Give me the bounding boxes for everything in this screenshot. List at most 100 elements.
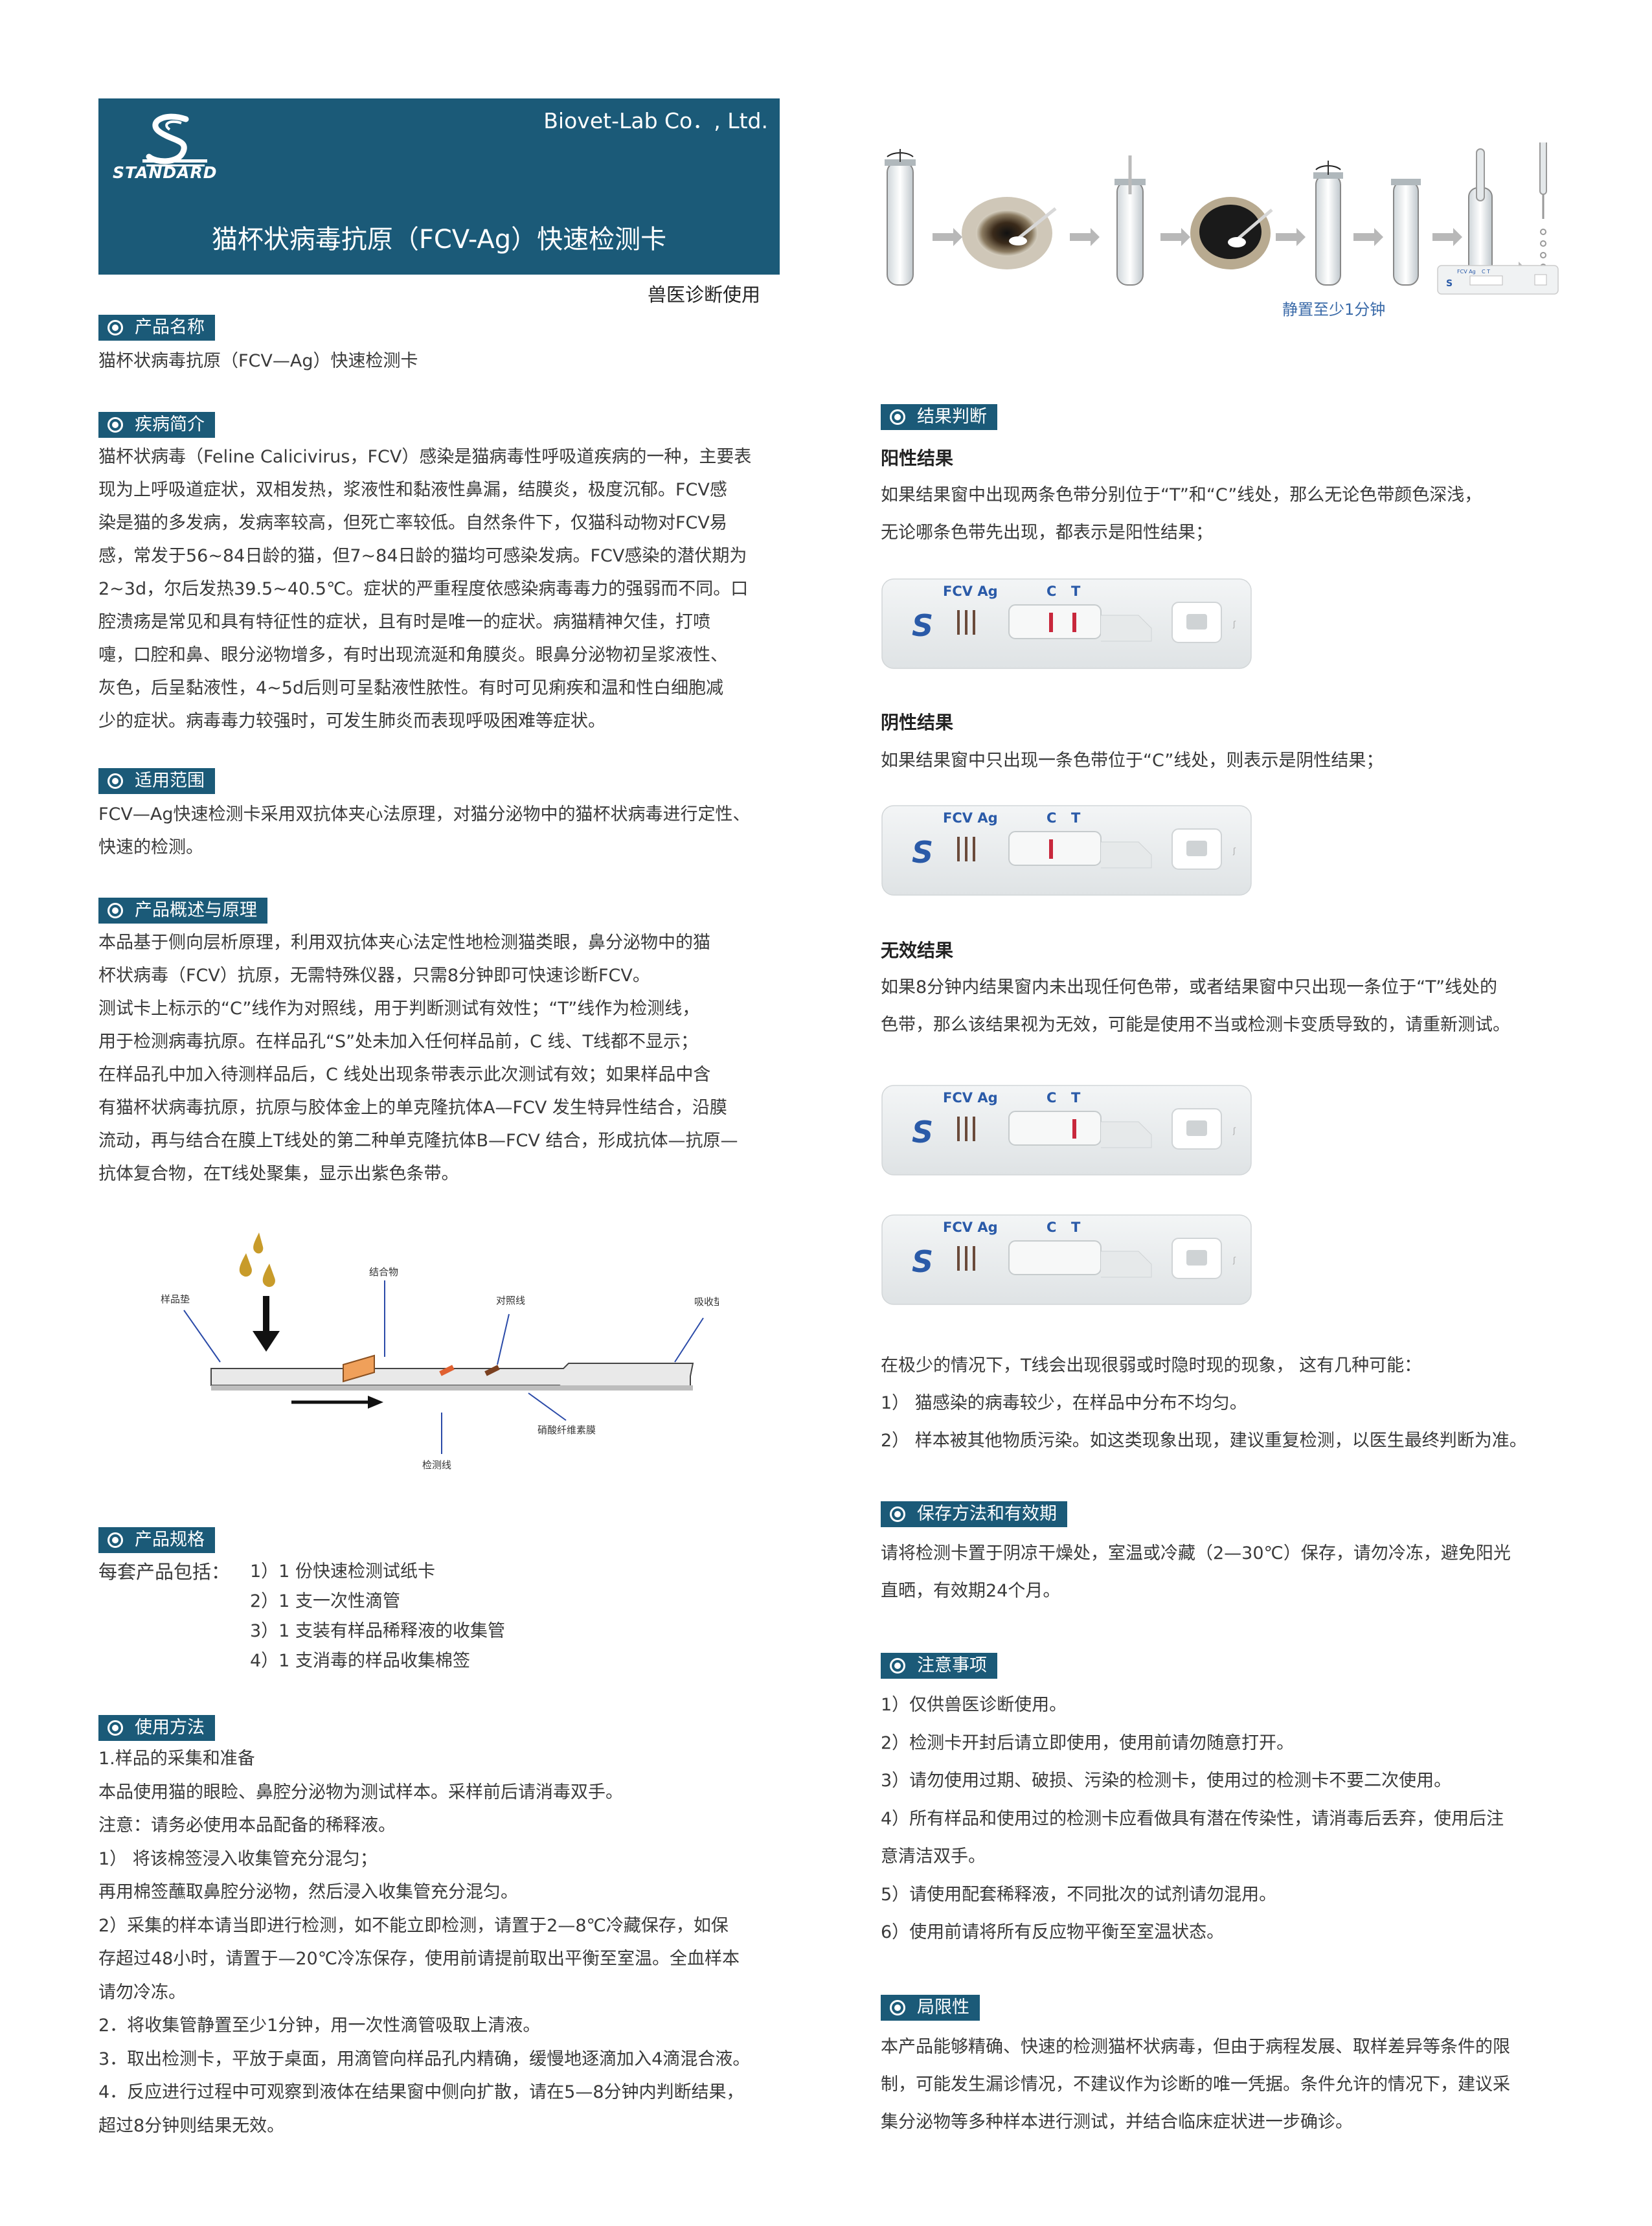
card-notch xyxy=(957,837,960,861)
header-banner: STANDARD Biovet-Lab Co．, Ltd. 猫杯状病毒抗原（FC… xyxy=(98,98,780,275)
spec-list: 1）1 份快速检测试纸卡 2）1 支一次性滴管 3）1 支装有样品稀释液的收集管… xyxy=(250,1557,505,1676)
collection-tube-icon xyxy=(1115,155,1146,286)
principle-text: 本品基于侧向层析原理，利用双抗体夹心法定性地检测猫类眼，鼻分泌物中的猫 杯状病毒… xyxy=(98,933,738,1184)
section-head-product-name: 产品名称 xyxy=(98,315,215,341)
test-line-label: 检测线 xyxy=(422,1459,451,1471)
collection-tube-icon xyxy=(1391,179,1421,286)
collection-tube-icon xyxy=(885,149,916,286)
spec-intro: 每套产品包括： xyxy=(98,1561,231,1583)
section-head-storage: 保存方法和有效期 xyxy=(881,1501,1067,1527)
weak-line-text: 在极少的情况下，T线会出现很弱或时隐时现的现象， 这有几种可能： 1） 猫感染的… xyxy=(881,1356,1527,1451)
s-logo-icon: S xyxy=(912,835,933,870)
test-card-positive: FCV Ag C TS ʃ xyxy=(881,578,1252,669)
ring-bullet-icon xyxy=(107,1532,123,1548)
ring-bullet-icon xyxy=(107,320,123,335)
invalid-title: 无效结果 xyxy=(881,940,954,961)
absorbent-pad-label: 吸收垫 xyxy=(694,1296,719,1308)
notes-text: 1）仅供兽医诊断使用。 2）检测卡开封后请立即使用，使用前请勿随意打开。 3）请… xyxy=(881,1695,1504,1942)
section-head-principle: 产品概述与原理 xyxy=(98,898,267,924)
svg-text:FCV Ag: FCV Ag xyxy=(1457,269,1476,275)
card-c-label: C xyxy=(1047,584,1056,599)
card-notch xyxy=(957,1117,960,1141)
s-logo-icon: S xyxy=(912,608,933,643)
ring-bullet-icon xyxy=(107,903,123,918)
c-band xyxy=(1049,839,1053,859)
positive-text: 如果结果窗中出现两条色带分别位于“T”和“C”线处，那么无论色带颜色深浅， 无论… xyxy=(881,485,1482,543)
svg-text:C T: C T xyxy=(1482,269,1490,275)
strip-diagram: 样品垫 结合物 对照线 吸收垫 检测线 硝酸纤维素膜 xyxy=(161,1232,719,1471)
card-notch xyxy=(957,610,960,635)
section-head-usage: 使用方法 xyxy=(98,1715,215,1741)
list-item: 2）1 支一次性滴管 xyxy=(250,1591,400,1611)
card-label: FCV Ag xyxy=(943,584,998,599)
card-t-label: T xyxy=(1071,1090,1081,1106)
control-line-label: 对照线 xyxy=(496,1295,525,1306)
collection-tube-icon xyxy=(1313,161,1343,286)
section-head-limits: 局限性 xyxy=(881,1995,980,2021)
list-item: 4）1 支消毒的样品收集棉签 xyxy=(250,1651,470,1671)
mini-test-card: FCV Ag C T S xyxy=(1437,265,1559,295)
card-t-label: T xyxy=(1071,1220,1081,1235)
ring-bullet-icon xyxy=(107,417,123,433)
logo-text: STANDARD xyxy=(113,163,218,182)
page-title: 猫杯状病毒抗原（FCV-Ag）快速检测卡 xyxy=(211,225,667,255)
section-head-notes: 注意事项 xyxy=(881,1653,997,1679)
drop-icon xyxy=(239,1232,275,1288)
result-window xyxy=(1008,1240,1102,1275)
positive-title: 阳性结果 xyxy=(881,448,954,469)
card-notch xyxy=(957,1246,960,1271)
cat-eye-icon xyxy=(962,197,1057,269)
card-label: FCV Ag xyxy=(943,810,998,826)
t-band xyxy=(1072,1119,1076,1139)
list-item: 3）1 支装有样品稀释液的收集管 xyxy=(250,1621,505,1641)
sample-pad-label: 样品垫 xyxy=(161,1293,190,1305)
ring-bullet-icon xyxy=(890,409,905,425)
arrow-down-icon xyxy=(263,1296,269,1335)
procedure-illustration: FCV Ag C T S xyxy=(885,142,1559,295)
card-c-label: C xyxy=(1047,1090,1056,1106)
card-c-label: C xyxy=(1047,1220,1056,1235)
conjugate-label: 结合物 xyxy=(369,1266,398,1278)
limits-text: 本产品能够精确、快速的检测猫杯状病毒，但由于病程发展、取样差异等条件的限 制，可… xyxy=(881,2037,1510,2132)
ring-bullet-icon xyxy=(107,1720,123,1736)
card-t-label: T xyxy=(1071,584,1081,599)
section-head-spec: 产品规格 xyxy=(98,1527,215,1553)
card-label: FCV Ag xyxy=(943,1220,998,1235)
s-logo-icon: S xyxy=(912,1244,933,1279)
card-label: FCV Ag xyxy=(943,1090,998,1106)
invalid-text: 如果8分钟内结果窗内未出现任何色带，或者结果窗中只出现一条位于“T”线处的 色带… xyxy=(881,977,1510,1035)
section-head-result: 结果判断 xyxy=(881,404,997,430)
product-name-text: 猫杯状病毒抗原（FCV—Ag）快速检测卡 xyxy=(98,351,418,371)
vet-use-label: 兽医诊断使用 xyxy=(648,284,761,306)
test-card-invalid-t: FCV Ag C TS ʃ xyxy=(881,1085,1252,1175)
result-window xyxy=(1008,831,1102,866)
dropper-tube-icon xyxy=(1468,148,1493,286)
ring-bullet-icon xyxy=(890,2000,905,2016)
s-logo-icon: S xyxy=(912,1115,933,1150)
negative-title: 阴性结果 xyxy=(881,712,954,733)
dropper-icon xyxy=(1539,142,1547,270)
usage-text: 1.样品的采集和准备 本品使用猫的眼睑、鼻腔分泌物为测试样本。采样前后请消毒双手… xyxy=(98,1749,751,2136)
result-window xyxy=(1008,1111,1102,1146)
disease-text: 猫杯状病毒（Feline Calicivirus，FCV）感染是猫病毒性呼吸道疾… xyxy=(98,447,752,731)
test-card-invalid-none: FCV Ag C TS ʃ xyxy=(881,1214,1252,1305)
cat-eye-icon xyxy=(1190,197,1273,269)
card-c-label: C xyxy=(1047,810,1056,826)
negative-text: 如果结果窗中只出现一条色带位于“C”线处，则表示是阴性结果； xyxy=(881,751,1384,771)
company-name: Biovet-Lab Co．, Ltd. xyxy=(543,108,768,133)
t-band xyxy=(1072,613,1076,632)
nc-membrane-label: 硝酸纤维素膜 xyxy=(537,1424,596,1436)
procedure-caption: 静置至少1分钟 xyxy=(1282,301,1386,319)
result-window xyxy=(1008,604,1102,639)
scope-text: FCV—Ag快速检测卡采用双抗体夹心法原理，对猫分泌物中的猫杯状病毒进行定性、 … xyxy=(98,804,751,857)
s-logo-icon: S xyxy=(1446,278,1453,289)
card-t-label: T xyxy=(1071,810,1081,826)
test-card-negative: FCV Ag C TS ʃ xyxy=(881,805,1252,896)
storage-text: 请将检测卡置于阴凉干燥处，室温或冷藏（2—30℃）保存，请勿冷冻，避免阳光 直晒… xyxy=(881,1543,1511,1601)
c-band xyxy=(1049,613,1053,632)
section-head-disease: 疾病简介 xyxy=(98,412,215,438)
list-item: 1）1 份快速检测试纸卡 xyxy=(250,1562,435,1582)
ring-bullet-icon xyxy=(890,1506,905,1522)
section-head-scope: 适用范围 xyxy=(98,768,215,794)
ring-bullet-icon xyxy=(890,1658,905,1674)
